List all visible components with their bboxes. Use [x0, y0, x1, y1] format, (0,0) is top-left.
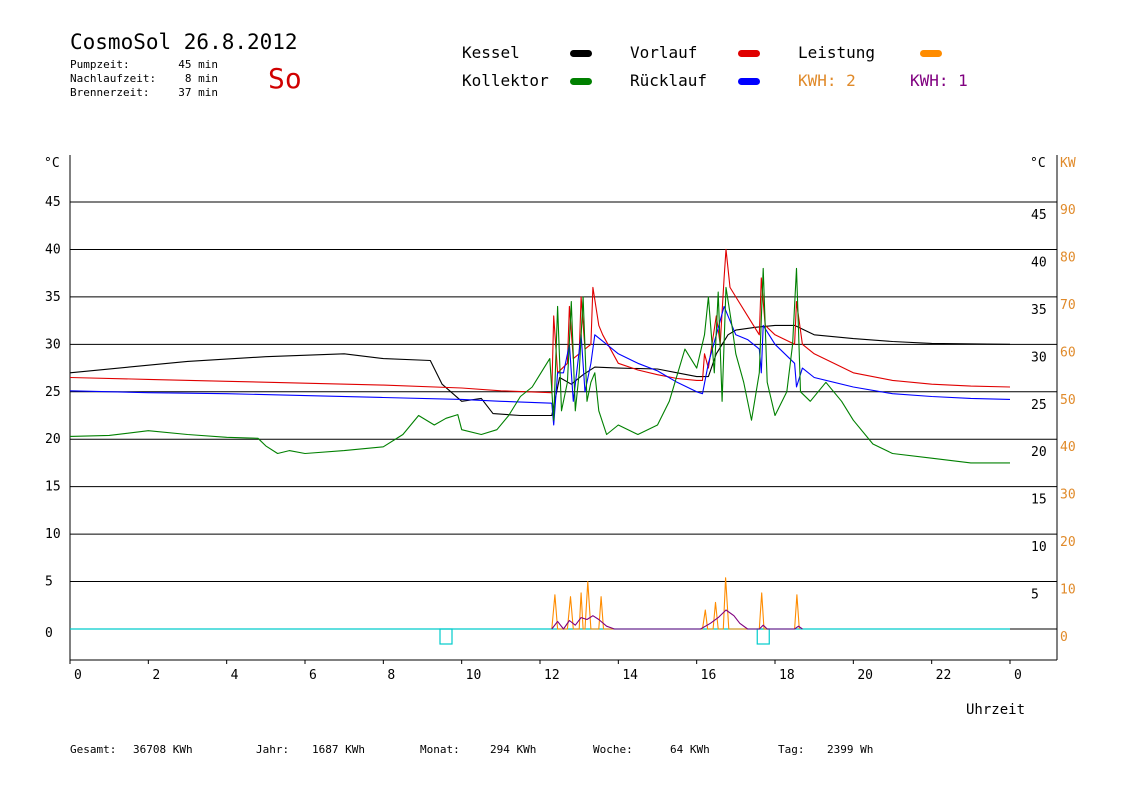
y-tick-label-left: 25: [45, 385, 61, 400]
y-tick-label-right: 35: [1031, 303, 1047, 318]
y-tick-label-left: 15: [45, 480, 61, 495]
x-tick-label: 12: [544, 668, 560, 683]
y-axis-label-right: °C: [1030, 156, 1046, 171]
footer-value: 64 KWh: [670, 743, 710, 756]
footer-label: Tag:: [778, 743, 805, 756]
y-tick-label-left: 35: [45, 290, 61, 305]
footer-woche: Woche: 64 KWh: [593, 743, 710, 756]
power-tick-label: 20: [1060, 535, 1076, 550]
power-tick-label: 50: [1060, 393, 1076, 408]
x-tick-label: 16: [701, 668, 717, 683]
x-tick-label: 20: [857, 668, 873, 683]
power-tick-label: 60: [1060, 345, 1076, 360]
y-tick-label-right: 15: [1031, 493, 1047, 508]
y-tick-label-right: 30: [1031, 350, 1047, 365]
y-tick-label-right: 10: [1031, 540, 1047, 555]
y-tick-label-left: 20: [45, 432, 61, 447]
power-tick-label: 80: [1060, 250, 1076, 265]
x-tick-label: 10: [466, 668, 482, 683]
footer-monat: Monat: 294 KWh: [420, 743, 536, 756]
y-tick-label-left: 40: [45, 242, 61, 257]
footer-label: Monat:: [420, 743, 460, 756]
x-tick-label: 22: [936, 668, 952, 683]
y-tick-label-left: 30: [45, 337, 61, 352]
y-tick-label-right: 45: [1031, 208, 1047, 223]
power-tick-label: 70: [1060, 298, 1076, 313]
series-line-rcklauf: [69, 305, 1011, 426]
footer-label: Jahr:: [256, 743, 290, 756]
y-tick-label-left: 45: [45, 195, 61, 210]
power-tick-label: 0: [1060, 630, 1068, 645]
chart-area: 0510152025303540455101520253035404501020…: [44, 155, 1076, 718]
series-line-kessel: [69, 324, 1011, 417]
pump-marker: [756, 628, 770, 645]
x-axis-label: Uhrzeit: [966, 702, 1025, 718]
footer-tag: Tag: 2399 Wh: [778, 743, 873, 756]
footer-jahr: Jahr: 1687 KWh: [256, 743, 365, 756]
x-tick-label: 0: [1014, 668, 1022, 683]
footer-value: 2399 Wh: [827, 743, 874, 756]
y-tick-label-left: 5: [45, 575, 53, 590]
y-tick-label-right: 40: [1031, 255, 1047, 270]
footer-value: 36708 KWh: [133, 743, 193, 756]
y-tick-label-left: 10: [45, 527, 61, 542]
power-tick-label: 40: [1060, 440, 1076, 455]
x-tick-label: 2: [152, 668, 160, 683]
footer-gesamt: Gesamt: 36708 KWh: [70, 743, 193, 756]
power-tick-label: 10: [1060, 583, 1076, 598]
x-tick-label: 6: [309, 668, 317, 683]
y-tick-label-right: 20: [1031, 445, 1047, 460]
y-axis-label-left: °C: [44, 156, 60, 171]
power-tick-label: 30: [1060, 488, 1076, 503]
x-tick-label: 0: [74, 668, 82, 683]
pump-marker: [439, 628, 453, 645]
x-tick-label: 14: [622, 668, 638, 683]
y-tick-label-right: 25: [1031, 398, 1047, 413]
footer-label: Gesamt:: [70, 743, 117, 756]
footer-label: Woche:: [593, 743, 633, 756]
x-tick-label: 4: [231, 668, 239, 683]
x-tick-label: 8: [387, 668, 395, 683]
footer-value: 294 KWh: [490, 743, 537, 756]
y-axis-label-power: KW: [1060, 156, 1076, 171]
power-tick-label: 90: [1060, 203, 1076, 218]
footer-value: 1687 KWh: [312, 743, 365, 756]
series-line-leistung: [551, 577, 800, 630]
series-line-vorlauf: [69, 248, 1011, 394]
y-tick-label-right: 5: [1031, 588, 1039, 603]
x-tick-label: 18: [779, 668, 795, 683]
series-line-kollektor: [69, 267, 1010, 464]
y-tick-label-left: 0: [45, 626, 53, 641]
